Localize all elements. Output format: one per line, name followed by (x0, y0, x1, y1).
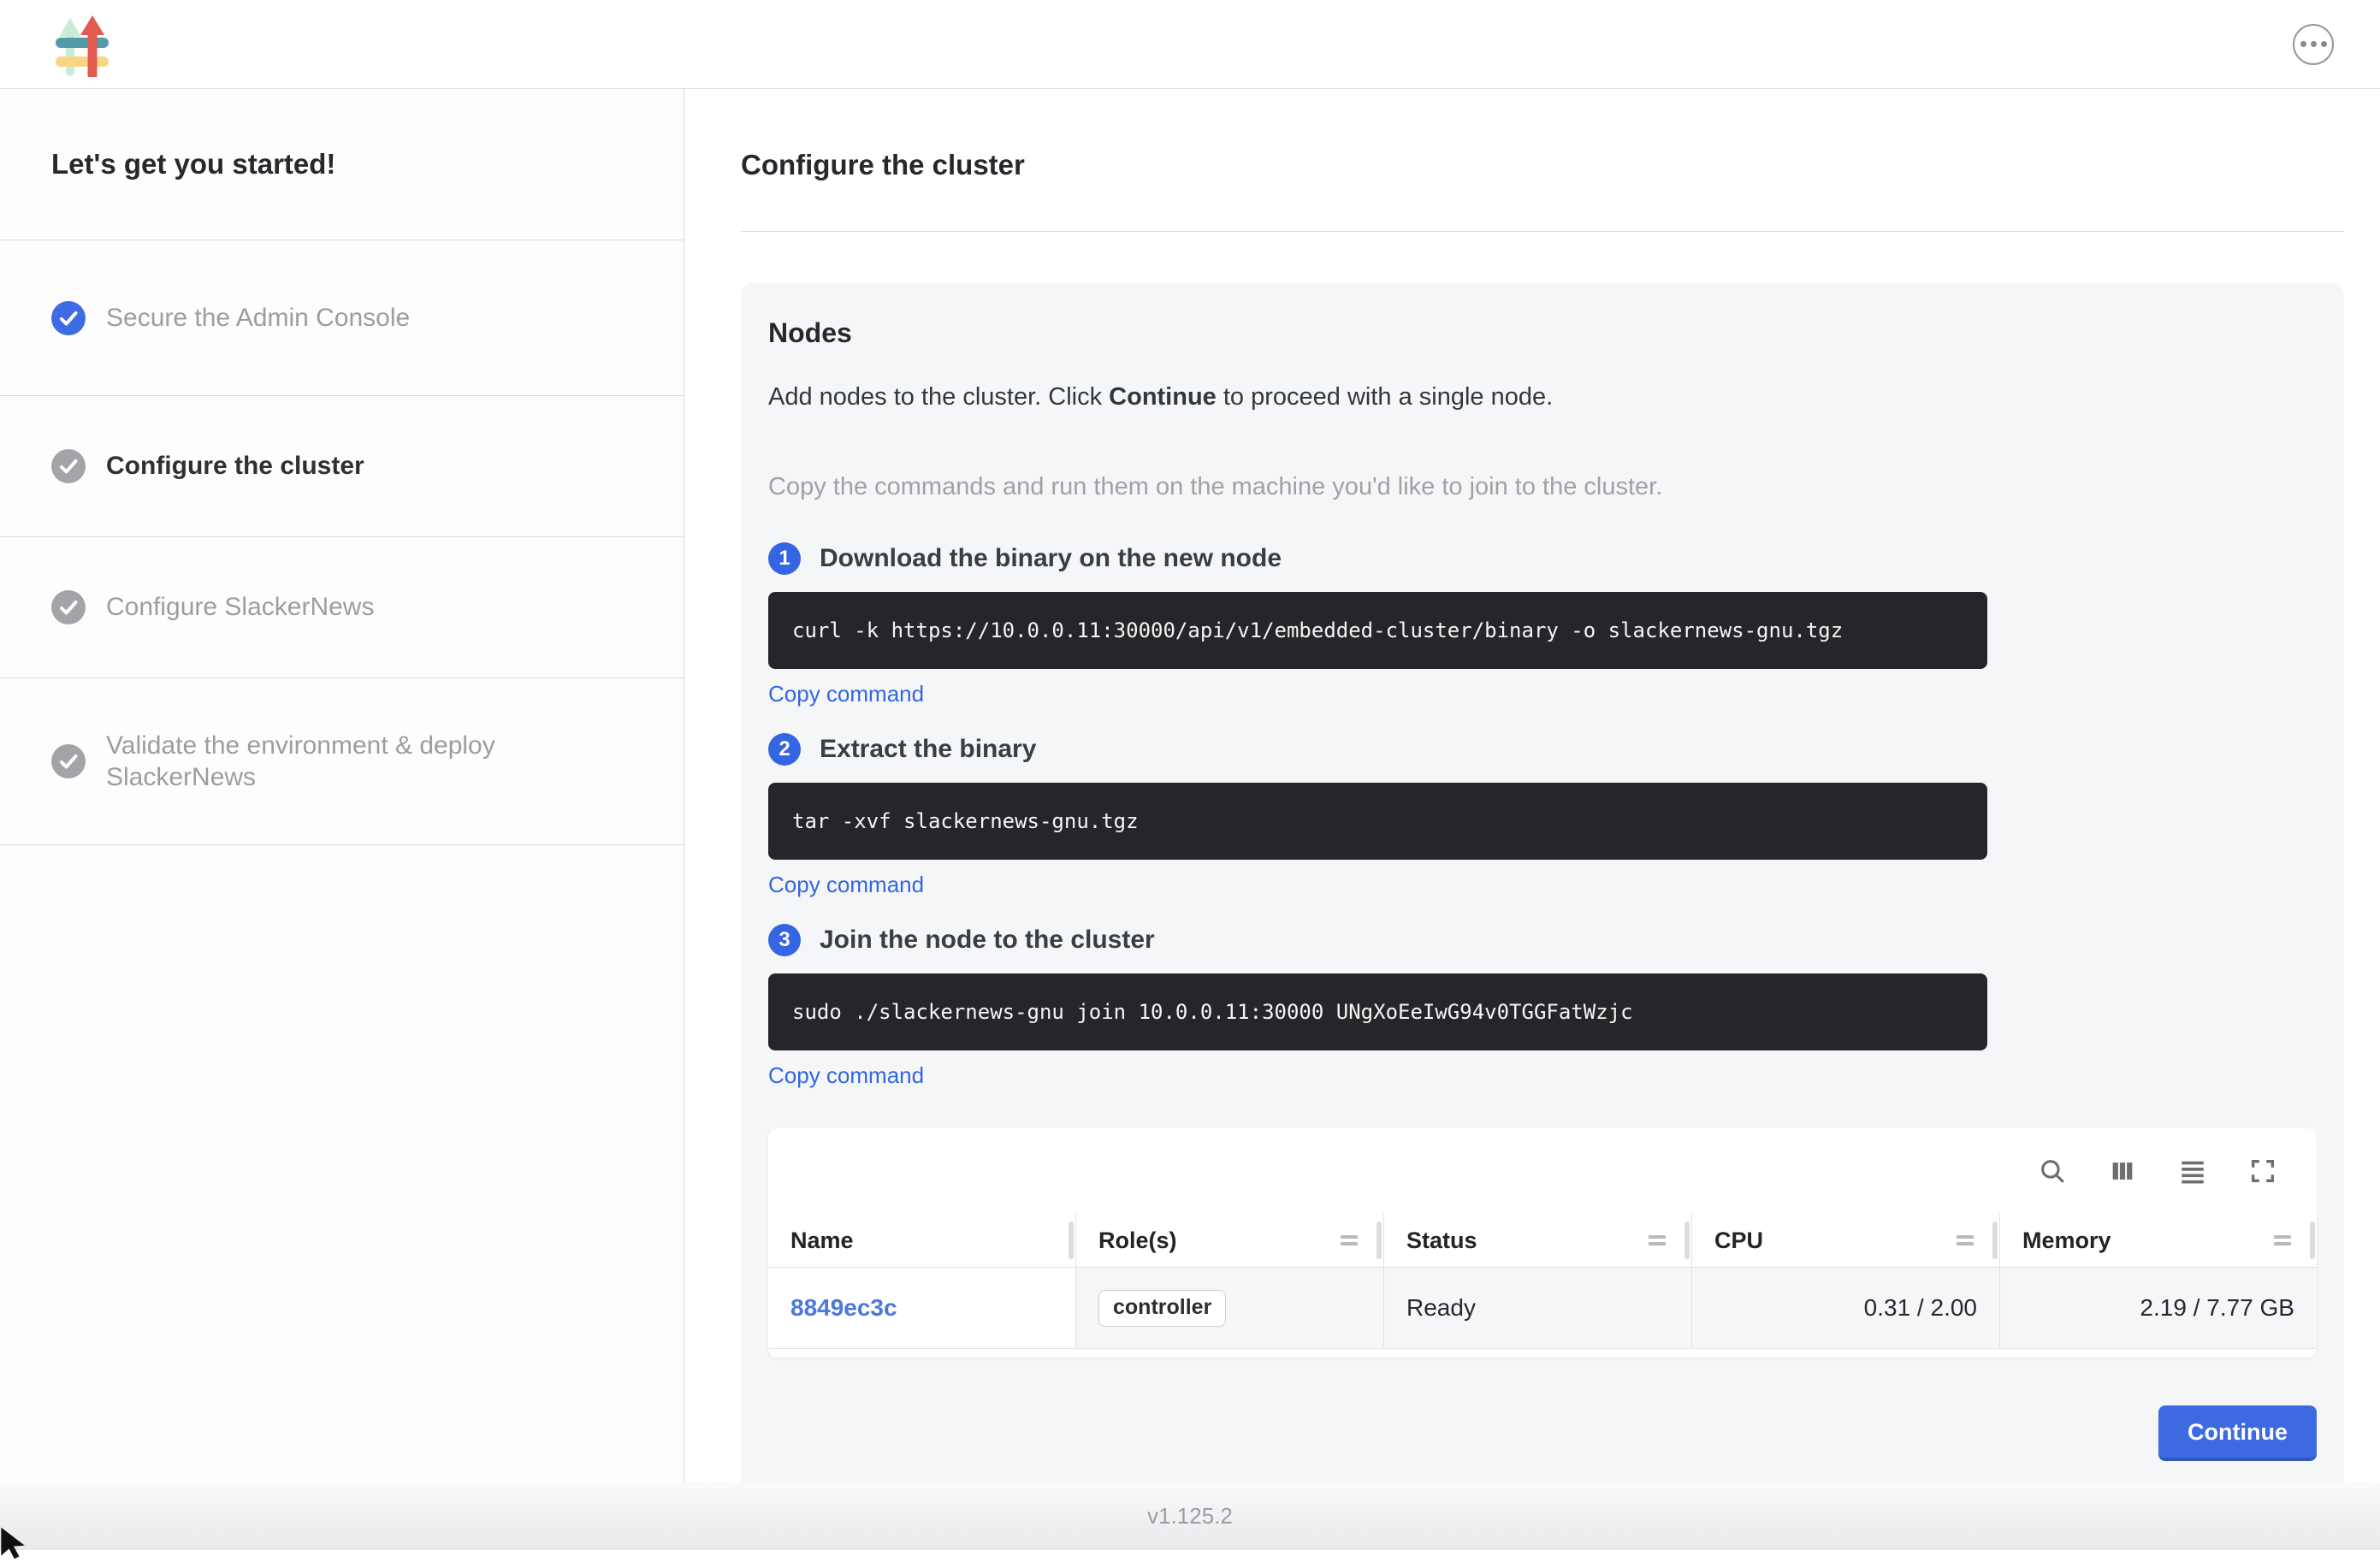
app-header (0, 0, 2380, 89)
node-status-cell: Ready (1384, 1268, 1692, 1349)
sidebar-item-secure-admin-console[interactable]: Secure the Admin Console (0, 240, 684, 396)
step-2-command-code: tar -xvf slackernews-gnu.tgz (768, 783, 1987, 860)
column-menu-icon[interactable] (1341, 1235, 1358, 1245)
column-label: Status (1406, 1228, 1477, 1254)
view-columns-icon[interactable] (2108, 1157, 2137, 1186)
check-pending-icon (51, 449, 86, 483)
node-name-link[interactable]: 8849ec3c (790, 1294, 897, 1322)
step-3-number-badge: 3 (768, 924, 801, 956)
step-2-number-badge: 2 (768, 733, 801, 766)
table-header-row: Name Role(s) Status CPU (768, 1214, 2317, 1268)
column-header-roles[interactable]: Role(s) (1076, 1214, 1384, 1267)
role-chip: controller (1098, 1290, 1226, 1327)
step-1-number-badge: 1 (768, 542, 801, 575)
table-row: 8849ec3c controller Ready 0.31 / 2.00 2.… (768, 1268, 2317, 1349)
mouse-cursor (0, 1524, 33, 1562)
main-content: Configure the cluster Nodes Add nodes to… (684, 89, 2380, 1482)
sidebar-item-configure-slackernews[interactable]: Configure SlackerNews (0, 537, 684, 678)
column-label: CPU (1714, 1228, 1763, 1254)
intro-text: Add nodes to the cluster. Click (768, 383, 1109, 411)
sidebar-item-configure-cluster[interactable]: Configure the cluster (0, 396, 684, 537)
step-2-title: Extract the binary (820, 735, 1036, 764)
table-toolbar (768, 1128, 2317, 1214)
nodes-heading: Nodes (768, 317, 2317, 349)
slackernews-logo-icon (50, 12, 115, 77)
step-1-copy-command-link[interactable]: Copy command (768, 681, 924, 707)
sidebar-item-label: Configure SlackerNews (106, 591, 374, 624)
column-label: Role(s) (1098, 1228, 1177, 1254)
step-2-header: 2 Extract the binary (768, 733, 2317, 766)
intro-text: to proceed with a single node. (1217, 383, 1553, 411)
copy-commands-hint: Copy the commands and run them on the ma… (768, 473, 2317, 501)
step-3-copy-command-link[interactable]: Copy command (768, 1062, 924, 1089)
page-title: Configure the cluster (741, 149, 2344, 181)
setup-sidebar: Let's get you started! Secure the Admin … (0, 89, 684, 1482)
step-1-title: Download the binary on the new node (820, 544, 1282, 573)
step-3-command-code: sudo ./slackernews-gnu join 10.0.0.11:30… (768, 973, 1987, 1050)
nodes-table-card: Name Role(s) Status CPU (768, 1128, 2317, 1358)
title-divider (741, 231, 2344, 232)
density-icon[interactable] (2178, 1157, 2207, 1186)
column-header-name[interactable]: Name (768, 1214, 1076, 1267)
column-label: Memory (2022, 1228, 2111, 1254)
step-3-title: Join the node to the cluster (820, 926, 1155, 955)
app-footer: v1.125.2 (0, 1482, 2380, 1550)
sidebar-title: Let's get you started! (0, 89, 684, 240)
nodes-intro: Add nodes to the cluster. Click Continue… (768, 383, 2317, 411)
column-header-status[interactable]: Status (1384, 1214, 1692, 1267)
column-resize-handle[interactable] (1992, 1222, 1998, 1259)
ellipsis-dot (2311, 41, 2317, 47)
step-1-header: 1 Download the binary on the new node (768, 542, 2317, 575)
ellipsis-menu-button[interactable] (2293, 24, 2334, 65)
node-cpu-cell: 0.31 / 2.00 (1692, 1268, 2000, 1349)
column-label: Name (790, 1228, 854, 1254)
search-icon[interactable] (2038, 1157, 2067, 1186)
intro-bold-continue: Continue (1109, 383, 1217, 411)
column-menu-icon[interactable] (2274, 1235, 2291, 1245)
node-name-cell: 8849ec3c (768, 1268, 1076, 1349)
column-header-memory[interactable]: Memory (2000, 1214, 2317, 1267)
sidebar-item-validate-deploy[interactable]: Validate the environment & deploy Slacke… (0, 678, 684, 845)
sidebar-item-label: Validate the environment & deploy Slacke… (106, 730, 585, 794)
node-memory-cell: 2.19 / 7.77 GB (2000, 1268, 2317, 1349)
ellipsis-dot (2300, 41, 2306, 47)
check-pending-icon (51, 744, 86, 778)
sidebar-item-label: Configure the cluster (106, 450, 364, 482)
column-resize-handle[interactable] (1684, 1222, 1690, 1259)
continue-button[interactable]: Continue (2158, 1405, 2317, 1461)
step-1-command-code: curl -k https://10.0.0.11:30000/api/v1/e… (768, 592, 1987, 669)
fullscreen-icon[interactable] (2248, 1157, 2277, 1186)
column-menu-icon[interactable] (1649, 1235, 1666, 1245)
nodes-card: Nodes Add nodes to the cluster. Click Co… (741, 283, 2344, 1499)
column-resize-handle[interactable] (1376, 1222, 1382, 1259)
check-pending-icon (51, 590, 86, 624)
check-complete-icon (51, 301, 86, 335)
sidebar-item-label: Secure the Admin Console (106, 302, 410, 334)
version-label: v1.125.2 (1147, 1503, 1233, 1529)
column-resize-handle[interactable] (1069, 1222, 1074, 1259)
node-roles-cell: controller (1076, 1268, 1384, 1349)
column-header-cpu[interactable]: CPU (1692, 1214, 2000, 1267)
column-resize-handle[interactable] (2310, 1222, 2315, 1259)
step-3-header: 3 Join the node to the cluster (768, 924, 2317, 956)
step-2-copy-command-link[interactable]: Copy command (768, 872, 924, 898)
ellipsis-dot (2321, 41, 2327, 47)
column-menu-icon[interactable] (1957, 1235, 1974, 1245)
